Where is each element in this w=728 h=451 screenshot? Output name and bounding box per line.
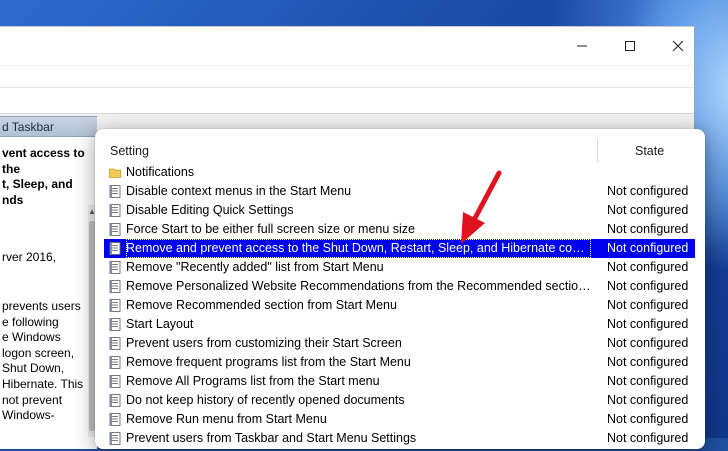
setting-state: Not configured bbox=[607, 355, 689, 369]
table-row[interactable]: Remove Run menu from Start Menu Not confi… bbox=[104, 410, 695, 429]
setting-name: Remove and prevent access to the Shut Do… bbox=[126, 239, 591, 258]
table-row[interactable]: Disable context menus in the Start Menu N… bbox=[104, 182, 695, 201]
setting-state: Not configured bbox=[607, 260, 689, 274]
policy-icon bbox=[109, 394, 121, 407]
maximize-icon bbox=[625, 41, 635, 51]
column-separator[interactable] bbox=[597, 139, 598, 163]
setting-name: Do not keep history of recently opened d… bbox=[126, 393, 405, 407]
policy-icon bbox=[109, 356, 121, 369]
setting-state: Not configured bbox=[607, 241, 689, 255]
setting-name: Disable context menus in the Start Menu bbox=[126, 184, 352, 198]
menu-bar bbox=[0, 65, 694, 88]
setting-state: Not configured bbox=[607, 412, 689, 426]
policy-icon bbox=[109, 318, 121, 331]
policy-description-text: prevents users e following e Windows log… bbox=[2, 299, 84, 423]
setting-state: Not configured bbox=[607, 317, 689, 331]
policy-icon bbox=[109, 413, 121, 426]
table-row[interactable]: Notifications bbox=[104, 163, 695, 182]
table-row[interactable]: Start Layout Not configured bbox=[104, 315, 695, 334]
setting-name: Prevent users from customizing their Sta… bbox=[126, 336, 402, 350]
setting-state: Not configured bbox=[607, 279, 689, 293]
column-header-setting[interactable]: Setting bbox=[110, 129, 149, 163]
policy-icon bbox=[109, 261, 121, 274]
setting-name: Notifications bbox=[126, 165, 195, 179]
table-row[interactable]: Prevent users from customizing their Sta… bbox=[104, 334, 695, 353]
policy-icon bbox=[109, 185, 121, 198]
setting-name: Prevent users from Taskbar and Start Men… bbox=[126, 431, 417, 445]
minimize-icon bbox=[577, 45, 587, 47]
setting-state: Not configured bbox=[607, 374, 689, 388]
table-row[interactable]: Disable Editing Quick Settings Not config… bbox=[104, 201, 695, 220]
setting-state: Not configured bbox=[607, 222, 689, 236]
policy-title: vent access to the t, Sleep, and nds bbox=[2, 146, 85, 207]
setting-name: Start Layout bbox=[126, 317, 194, 331]
policy-icon bbox=[109, 280, 121, 293]
table-row[interactable]: Remove Recommended section from Start Me… bbox=[104, 296, 695, 315]
setting-name: Remove frequent programs list from the S… bbox=[126, 355, 411, 369]
table-row[interactable]: Remove frequent programs list from the S… bbox=[104, 353, 695, 372]
policy-icon bbox=[109, 223, 121, 236]
minimize-button[interactable] bbox=[557, 27, 607, 65]
policy-requirements: rver 2016, bbox=[2, 250, 57, 265]
table-row[interactable]: Do not keep history of recently opened d… bbox=[104, 391, 695, 410]
setting-name: Remove All Programs list from the Start … bbox=[126, 374, 380, 388]
setting-name: Disable Editing Quick Settings bbox=[126, 203, 294, 217]
close-icon bbox=[672, 40, 684, 52]
pane-header: d Taskbar bbox=[0, 116, 97, 137]
setting-state: Not configured bbox=[607, 184, 689, 198]
setting-state: Not configured bbox=[607, 203, 689, 217]
policy-icon bbox=[109, 242, 121, 255]
table-row[interactable]: Force Start to be either full screen siz… bbox=[104, 220, 695, 239]
title-bar[interactable] bbox=[0, 27, 694, 65]
policy-icon bbox=[109, 337, 121, 350]
table-row-selected[interactable]: Remove and prevent access to the Shut Do… bbox=[104, 239, 695, 258]
policy-description: vent access to the t, Sleep, and nds rve… bbox=[2, 146, 97, 422]
annotation-arrow-icon bbox=[461, 170, 502, 244]
table-row[interactable]: Remove All Programs list from the Start … bbox=[104, 372, 695, 391]
setting-name: Remove Recommended section from Start Me… bbox=[126, 298, 397, 312]
setting-name: Remove "Recently added" list from Start … bbox=[126, 260, 384, 274]
setting-name: Force Start to be either full screen siz… bbox=[126, 222, 416, 236]
toolbar bbox=[0, 87, 694, 114]
setting-name: Remove Run menu from Start Menu bbox=[126, 412, 327, 426]
column-header-state[interactable]: State bbox=[635, 129, 664, 163]
close-button[interactable] bbox=[653, 27, 703, 65]
maximize-button[interactable] bbox=[605, 27, 655, 65]
table-row[interactable]: Prevent users from Taskbar and Start Men… bbox=[104, 429, 695, 448]
policy-icon bbox=[109, 375, 121, 388]
policy-icon bbox=[109, 204, 121, 217]
description-pane: d Taskbar vent access to the t, Sleep, a… bbox=[0, 116, 97, 449]
setting-state: Not configured bbox=[607, 431, 689, 445]
policy-icon bbox=[109, 299, 121, 312]
setting-state: Not configured bbox=[607, 336, 689, 350]
settings-list-panel: Setting State Notifications Disable conte… bbox=[95, 129, 705, 449]
settings-list: Notifications Disable context menus in th… bbox=[104, 163, 695, 448]
setting-name: Remove Personalized Website Recommendati… bbox=[126, 279, 591, 293]
setting-state: Not configured bbox=[607, 393, 689, 407]
policy-icon bbox=[109, 432, 121, 445]
folder-icon bbox=[109, 166, 121, 179]
setting-state: Not configured bbox=[607, 298, 689, 312]
table-row[interactable]: Remove Personalized Website Recommendati… bbox=[104, 277, 695, 296]
table-row[interactable]: Remove "Recently added" list from Start … bbox=[104, 258, 695, 277]
